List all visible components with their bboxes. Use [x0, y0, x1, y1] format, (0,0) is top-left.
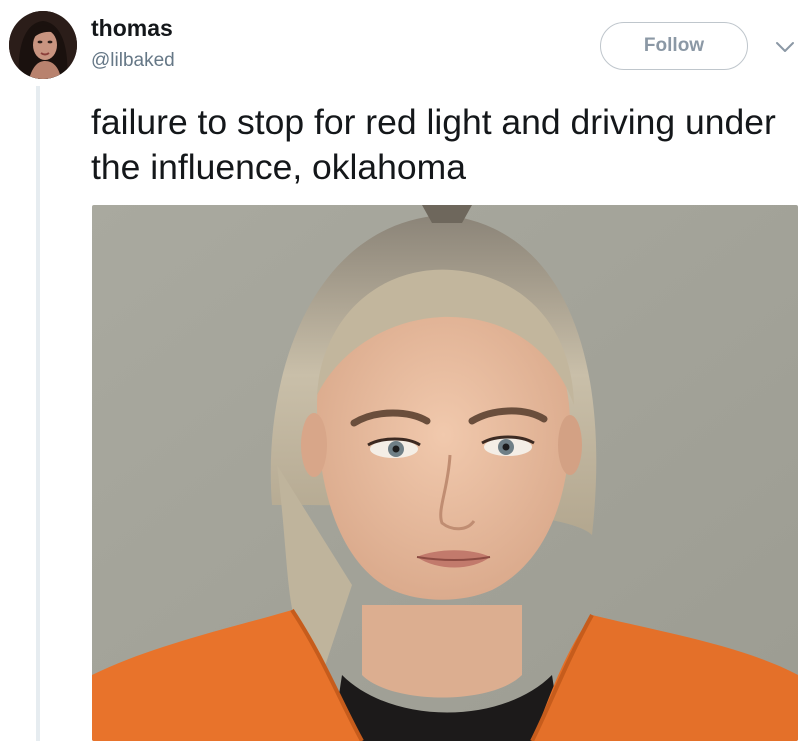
thread-line: [36, 86, 40, 741]
follow-button[interactable]: Follow: [600, 22, 748, 70]
mugshot-photo-icon: [92, 205, 798, 741]
chevron-down-icon[interactable]: [772, 34, 798, 60]
author-display-name[interactable]: thomas: [91, 15, 173, 42]
tweet-media-photo[interactable]: [92, 205, 798, 741]
tweet-text: failure to stop for red light and drivin…: [91, 102, 776, 187]
author-handle[interactable]: @lilbaked: [91, 50, 175, 72]
avatar-photo-icon: [9, 11, 77, 79]
author-avatar[interactable]: [9, 11, 77, 79]
